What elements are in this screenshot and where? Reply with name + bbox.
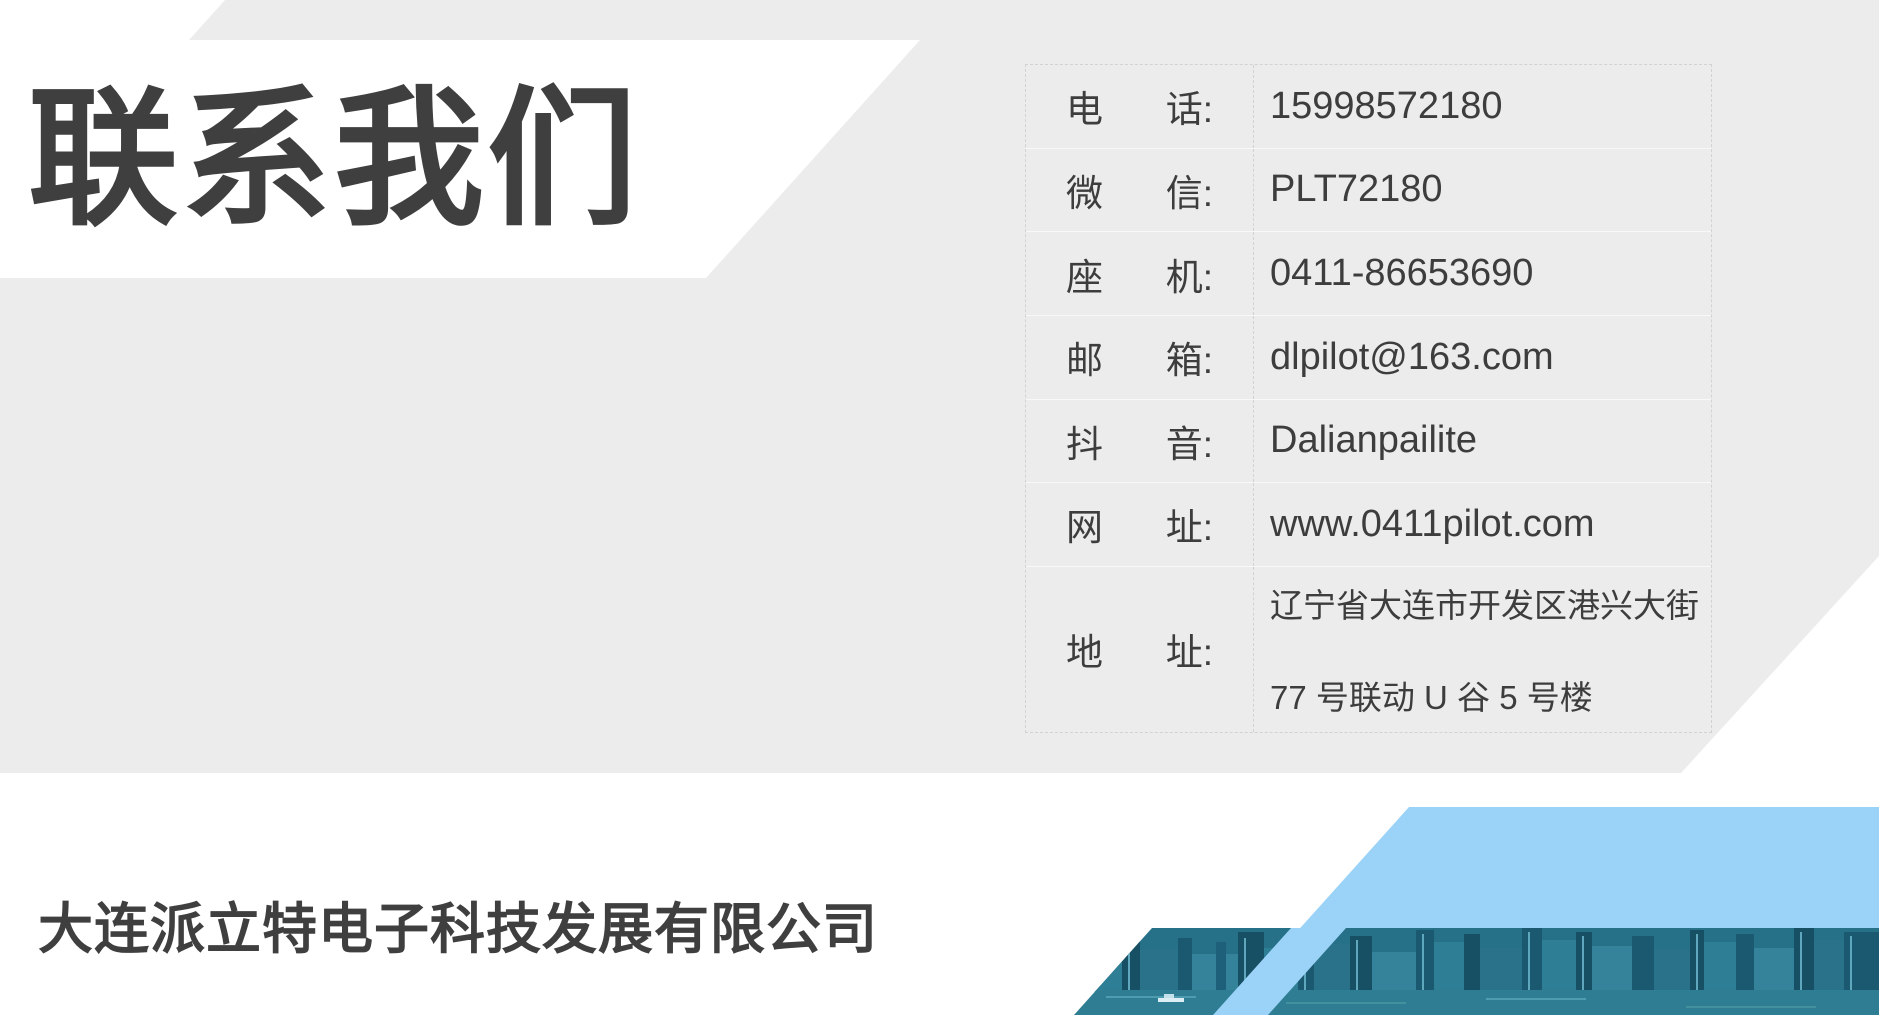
- table-row-address: 地址: 辽宁省大连市开发区港兴大街 77 号联动 U 谷 5 号楼: [1026, 567, 1711, 732]
- table-row-email: 邮箱: dlpilot@163.com: [1026, 316, 1711, 400]
- table-row-phone: 电话: 15998572180: [1026, 65, 1711, 149]
- contact-table: 电话: 15998572180 微信: PLT72180 座机: 0411-86…: [1025, 64, 1712, 733]
- table-row-website: 网址: www.0411pilot.com: [1026, 483, 1711, 567]
- field-label: 微信:: [1026, 149, 1254, 232]
- company-name: 大连派立特电子科技发展有限公司: [38, 884, 878, 964]
- field-label: 抖音:: [1026, 400, 1254, 483]
- field-label: 地址:: [1026, 567, 1254, 732]
- address-line-2: 77 号联动 U 谷 5 号楼: [1270, 671, 1593, 719]
- email-value: dlpilot@163.com: [1254, 316, 1711, 399]
- city-skyline-image: [1066, 928, 1879, 1015]
- contact-slide: 联系我们 电话: 15998572180 微信: PLT72180 座机: 04…: [0, 0, 1879, 1015]
- field-label: 座机:: [1026, 232, 1254, 315]
- table-row-douyin: 抖音: Dalianpailite: [1026, 400, 1711, 484]
- field-label: 电话:: [1026, 65, 1254, 148]
- city-skyline-svg: [1066, 928, 1879, 1015]
- address-value: 辽宁省大连市开发区港兴大街 77 号联动 U 谷 5 号楼: [1254, 567, 1711, 732]
- douyin-value: Dalianpailite: [1254, 400, 1711, 483]
- page-title: 联系我们: [28, 84, 640, 234]
- table-row-wechat: 微信: PLT72180: [1026, 149, 1711, 233]
- field-label: 网址:: [1026, 483, 1254, 566]
- address-line-1: 辽宁省大连市开发区港兴大街: [1270, 579, 1699, 627]
- phone-value: 15998572180: [1254, 65, 1711, 148]
- field-label: 邮箱:: [1026, 316, 1254, 399]
- wechat-value: PLT72180: [1254, 149, 1711, 232]
- table-row-landline: 座机: 0411-86653690: [1026, 232, 1711, 316]
- landline-value: 0411-86653690: [1254, 232, 1711, 315]
- website-value: www.0411pilot.com: [1254, 483, 1711, 566]
